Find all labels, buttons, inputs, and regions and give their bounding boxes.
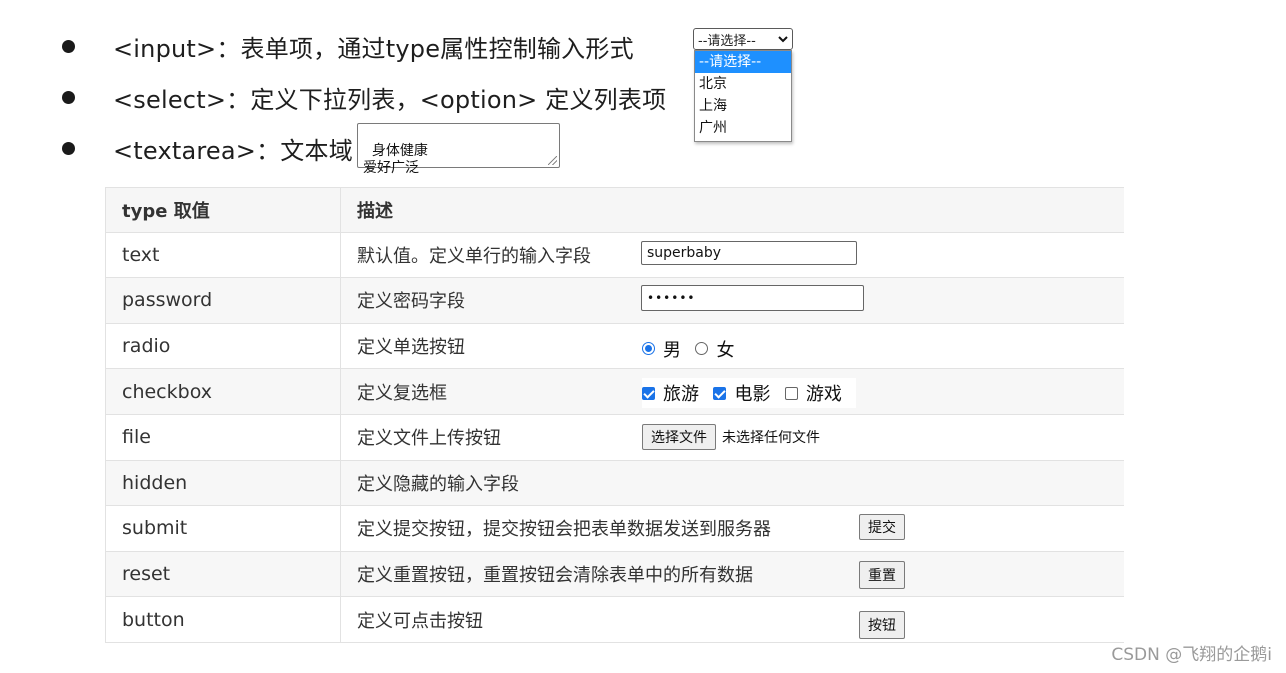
radio-label: 女: [716, 339, 735, 361]
select-option[interactable]: 上海: [695, 95, 791, 117]
demo-textarea[interactable]: 身体健康 爱好广泛: [357, 123, 560, 176]
watermark: CSDN @飞翔的企鹅i: [1111, 645, 1272, 665]
radio-male[interactable]: [642, 342, 655, 356]
text-input-demo[interactable]: superbaby: [641, 240, 857, 265]
city-select-options: --请选择-- 北京 上海 广州: [694, 50, 792, 142]
table-row: checkbox 定义复选框 旅游 电影 游戏: [105, 369, 1124, 415]
row-desc: 定义提交按钮，提交按钮会把表单数据发送到服务器: [357, 519, 771, 541]
radio-female[interactable]: [695, 342, 709, 356]
table-row: reset 定义重置按钮，重置按钮会清除表单中的所有数据 重置: [105, 551, 1124, 598]
checkbox-label: 旅游: [663, 384, 699, 406]
file-status: 未选择任何文件: [722, 429, 820, 446]
submit-button[interactable]: 提交: [859, 514, 905, 541]
file-input-demo: 选择文件 未选择任何文件: [642, 423, 820, 450]
bullet-dot: [62, 39, 75, 53]
generic-button[interactable]: 按钮: [859, 611, 905, 640]
row-desc: 定义可点击按钮: [357, 610, 483, 632]
chevron-down-icon: [778, 36, 788, 43]
password-input-demo[interactable]: ••••••: [641, 285, 864, 312]
checkbox-group-demo: 旅游 电影 游戏: [642, 378, 856, 409]
table-row: submit 定义提交按钮，提交按钮会把表单数据发送到服务器 提交: [105, 506, 1124, 552]
table-row: button 定义可点击按钮 按钮: [105, 597, 1124, 643]
bullet-dot: [62, 90, 75, 104]
row-type: hidden: [105, 460, 341, 506]
row-type: file: [105, 414, 341, 460]
checkbox-travel[interactable]: [642, 386, 655, 400]
radio-group-demo: 男 女: [642, 336, 744, 362]
bullet-text: <input>：表单项，通过type属性控制输入形式: [113, 34, 634, 63]
input-type-table: type 取值 描述 text 默认值。定义单行的输入字段 superbaby …: [105, 187, 1124, 643]
row-desc: 定义隐藏的输入字段: [357, 473, 519, 495]
password-input-value: ••••••: [647, 291, 696, 306]
row-type: reset: [105, 551, 341, 597]
text-input-value: superbaby: [647, 244, 722, 261]
select-option[interactable]: 广州: [695, 117, 791, 139]
select-option[interactable]: --请选择--: [695, 51, 791, 73]
row-type: checkbox: [105, 369, 341, 414]
radio-label: 男: [663, 339, 681, 361]
row-type: password: [105, 278, 341, 323]
table-row: password 定义密码字段 ••••••: [105, 278, 1124, 324]
checkbox-label: 电影: [734, 384, 771, 406]
table-row: text 默认值。定义单行的输入字段 superbaby: [105, 232, 1124, 279]
table-row: radio 定义单选按钮 男 女: [105, 323, 1124, 370]
row-type: text: [105, 232, 341, 278]
checkbox-label: 游戏: [805, 384, 842, 406]
row-type: radio: [105, 323, 341, 369]
table-row: file 定义文件上传按钮 选择文件 未选择任何文件: [105, 414, 1124, 461]
resize-grip-icon[interactable]: [548, 156, 557, 165]
city-select-value: --请选择--: [698, 33, 756, 49]
bullet-select: <select>：定义下拉列表，<option> 定义列表项: [62, 77, 666, 117]
row-desc: 定义重置按钮，重置按钮会清除表单中的所有数据: [357, 565, 753, 587]
choose-file-button[interactable]: 选择文件: [642, 423, 716, 450]
demo-textarea-value: 身体健康 爱好广泛: [363, 143, 428, 176]
bullet-dot: [62, 141, 75, 155]
reset-button[interactable]: 重置: [859, 560, 905, 589]
city-select[interactable]: --请选择--: [693, 28, 793, 50]
bullet-textarea: <textarea>：文本域: [62, 128, 353, 168]
checkbox-game[interactable]: [784, 386, 798, 400]
table-header-row: type 取值 描述: [105, 187, 1124, 233]
header-type: type 取值: [105, 188, 341, 232]
checkbox-movie[interactable]: [713, 386, 727, 400]
bullet-text: <select>：定义下拉列表，<option> 定义列表项: [113, 85, 667, 114]
row-type: submit: [105, 506, 341, 551]
header-desc: 描述: [357, 200, 393, 222]
select-option[interactable]: 北京: [695, 73, 791, 95]
table-row: hidden 定义隐藏的输入字段: [105, 460, 1124, 507]
bullet-input: <input>：表单项，通过type属性控制输入形式: [62, 26, 634, 66]
row-type: button: [105, 597, 341, 642]
bullet-text: <textarea>：文本域: [113, 136, 353, 165]
